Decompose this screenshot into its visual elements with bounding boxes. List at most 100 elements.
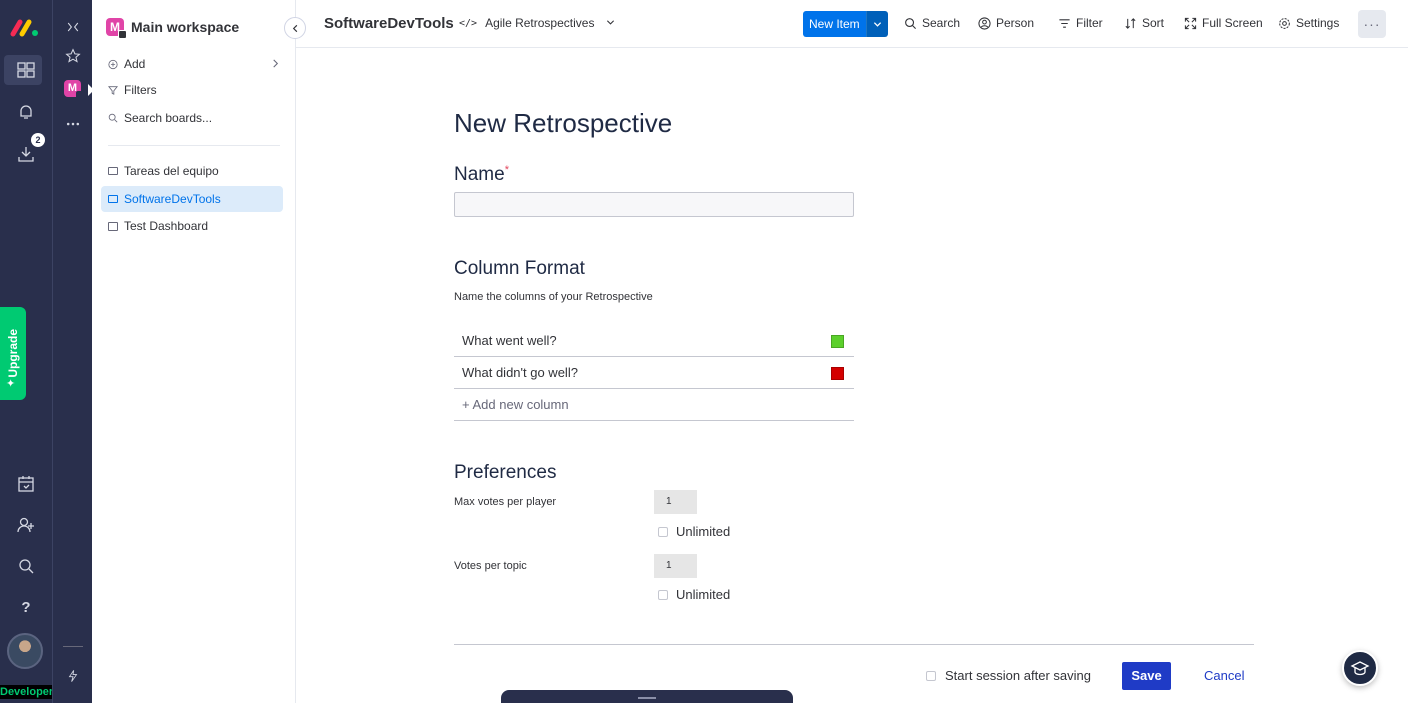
monday-logo-icon[interactable] [10,16,40,38]
sort-icon [1125,17,1136,29]
save-button[interactable]: Save [1122,662,1171,690]
add-label: Add [124,57,146,71]
search-button[interactable]: Search [904,16,960,30]
required-mark: * [504,164,509,176]
more-dots-icon[interactable] [61,112,85,136]
code-icon: </> [459,17,478,29]
board-item-test-dashboard[interactable]: Test Dashboard [101,213,283,239]
board-icon [108,195,118,203]
filter-label: Filter [1076,16,1103,30]
bell-icon[interactable] [12,98,40,126]
home-icon [76,91,85,100]
preferences-title: Preferences [454,462,557,483]
new-item-split-button: New Item [803,11,888,37]
column-format-hint: Name the columns of your Retrospective [454,291,653,303]
column-color-swatch[interactable] [831,367,844,380]
secondary-rail: M [52,0,94,703]
column-label: What went well? [462,333,557,348]
lightning-icon[interactable] [61,664,85,688]
sort-button[interactable]: Sort [1124,16,1164,30]
filter-button[interactable]: Filter [1058,16,1103,30]
app-name: Agile Retrospectives [485,16,595,30]
favorites-star-icon[interactable] [61,44,85,68]
start-session-checkbox[interactable]: Start session after saving [926,668,1091,683]
chevron-down-icon [606,16,615,30]
column-format-title: Column Format [454,258,585,279]
checkbox-box[interactable] [658,526,668,537]
expand-collapse-icon[interactable] [61,15,85,39]
board-label: Tareas del equipo [124,164,219,178]
board-title: SoftwareDevTools [324,15,454,32]
help-question-icon[interactable]: ? [12,593,40,621]
page-title: New Retrospective [454,108,673,138]
workspace-logo: M [106,18,127,39]
new-item-button[interactable]: New Item [803,11,866,37]
add-button[interactable]: Add [108,57,280,71]
checkbox-box[interactable] [926,670,936,681]
search-boards-placeholder: Search boards... [124,111,213,125]
plus-circle-icon [108,59,118,69]
app-view-selector[interactable]: </> Agile Retrospectives [459,16,615,30]
column-row[interactable]: What went well? [454,325,854,357]
board-item-softwaredevtools[interactable]: SoftwareDevTools [101,186,283,212]
name-input[interactable] [454,192,854,217]
developer-label: Developer [0,685,54,699]
search-icon [905,17,917,29]
calendar-icon[interactable] [12,470,40,498]
user-avatar[interactable] [7,633,43,669]
search-icon[interactable] [12,552,40,580]
add-new-column-button[interactable]: + Add new column [454,389,854,421]
app-root: 2 Upgrade ✦ ? Developer M M Main workspa… [0,0,1408,703]
filter-icon [1059,18,1070,28]
cancel-button[interactable]: Cancel [1204,668,1244,683]
settings-button[interactable]: Settings [1278,16,1339,30]
gear-icon [1279,17,1290,29]
bottom-drawer-handle[interactable] [501,690,793,703]
column-row[interactable]: What didn't go well? [454,357,854,389]
collapse-panel-button[interactable] [284,17,306,39]
search-label: Search [922,16,961,30]
column-color-swatch[interactable] [831,335,844,348]
search-icon [108,113,118,123]
person-button[interactable]: Person [978,16,1034,30]
board-item-tareas[interactable]: Tareas del equipo [101,158,283,184]
board-label: SoftwareDevTools [124,192,221,206]
more-options-button[interactable]: ··· [1358,10,1386,38]
filters-button[interactable]: Filters [108,83,157,97]
footer-divider [454,644,1254,645]
board-icon [108,167,118,175]
workspace-title: Main workspace [131,19,240,35]
new-item-dropdown-button[interactable] [865,11,888,37]
upgrade-label: Upgrade [6,328,20,378]
workspace-header[interactable]: M Main workspace [106,18,240,39]
chevron-down-icon [873,21,881,27]
votes-per-topic-input[interactable]: 1 [654,554,697,578]
upgrade-button[interactable]: Upgrade ✦ [0,307,26,400]
invite-user-icon[interactable] [12,511,40,539]
learn-help-button[interactable] [1342,650,1378,686]
main-rail: 2 Upgrade ✦ ? Developer [0,0,54,703]
max-votes-input[interactable]: 1 [654,490,697,514]
home-icon [118,30,127,39]
unlimited-label: Unlimited [676,587,731,602]
sort-label: Sort [1142,16,1165,30]
full-screen-button[interactable]: Full Screen [1184,16,1263,30]
start-session-label: Start session after saving [945,668,1091,683]
board-header: SoftwareDevTools </> Agile Retrospective… [296,0,1408,48]
filters-label: Filters [124,83,157,97]
chevron-right-icon [271,57,280,71]
person-label: Person [996,16,1035,30]
max-votes-unlimited-checkbox[interactable]: Unlimited [658,524,730,539]
name-label: Name* [454,164,509,185]
notification-count-badge: 2 [31,133,45,147]
checkbox-box[interactable] [658,589,668,600]
workspaces-grid-icon[interactable] [12,56,40,84]
votes-per-topic-unlimited-checkbox[interactable]: Unlimited [658,587,730,602]
sparkle-icon: ✦ [6,378,16,390]
rail-divider [63,646,83,647]
filter-icon [108,85,118,95]
panel-divider [108,145,280,146]
max-votes-label: Max votes per player [454,496,557,508]
svg-text:?: ? [21,599,30,616]
search-boards-input[interactable]: Search boards... [108,111,212,125]
